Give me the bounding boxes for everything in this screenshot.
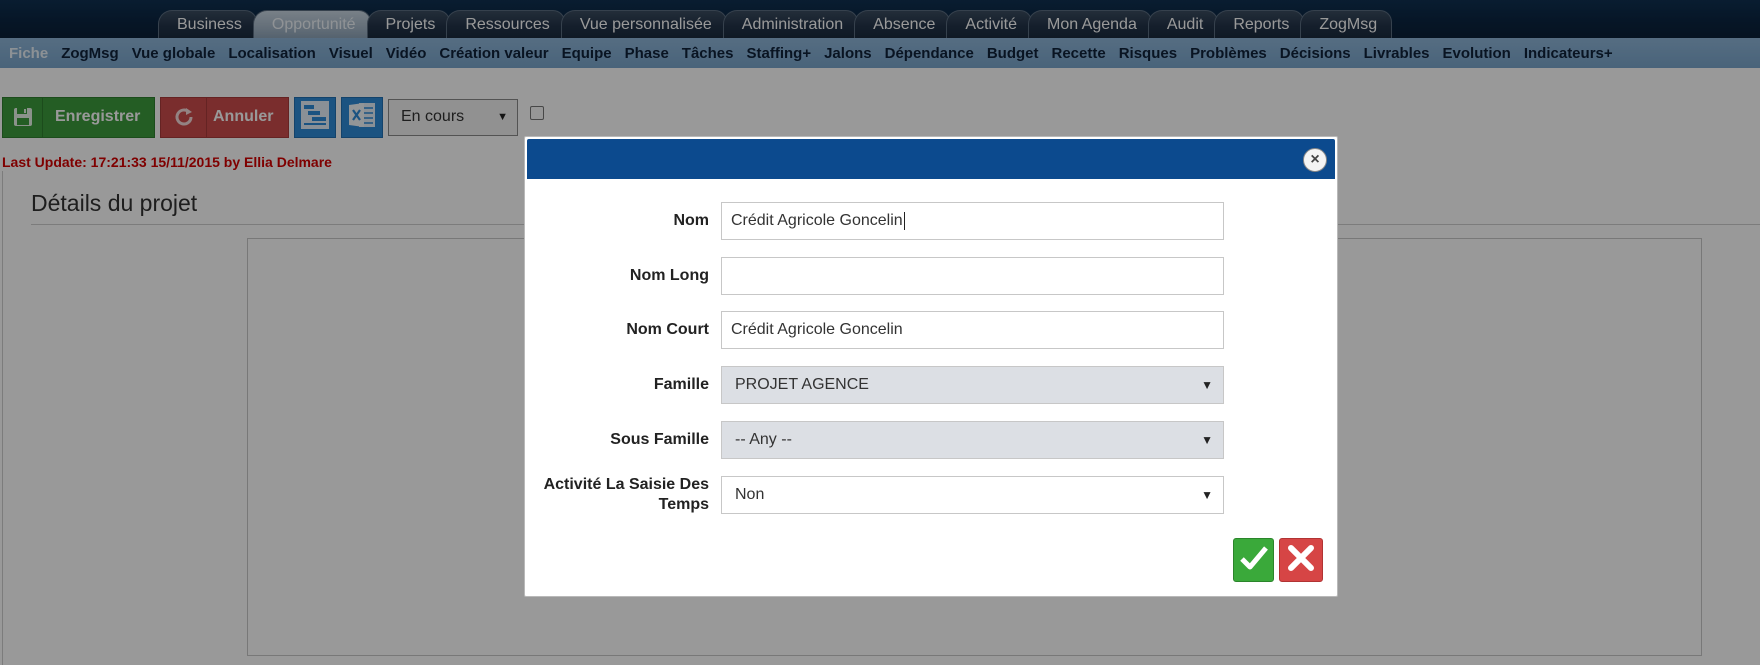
famille-select[interactable]: PROJET AGENCE ▼ [721, 366, 1224, 404]
nom-court-label: Nom Court [626, 321, 709, 338]
sous-famille-select[interactable]: -- Any -- ▼ [721, 421, 1224, 459]
activite-label: Activité La Saisie Des Temps [543, 476, 709, 513]
activite-value: Non [735, 486, 765, 503]
dialog-header: × [527, 139, 1335, 179]
nom-court-value: Crédit Agricole Goncelin [731, 321, 903, 338]
text-caret [903, 212, 905, 230]
nom-long-input[interactable] [721, 257, 1224, 295]
field-row-famille: Famille PROJET AGENCE ▼ [525, 366, 1339, 404]
field-row-activite: Activité La Saisie Des Temps Non ▼ [525, 476, 1339, 514]
chevron-down-icon: ▼ [1201, 378, 1213, 392]
x-mark-icon [1286, 543, 1316, 578]
nom-input[interactable]: Crédit Agricole Goncelin [721, 202, 1224, 240]
sous-famille-value: -- Any -- [735, 431, 792, 448]
field-row-nom-court: Nom Court Crédit Agricole Goncelin [525, 311, 1339, 349]
nom-long-label: Nom Long [629, 267, 709, 284]
nom-value: Crédit Agricole Goncelin [731, 212, 903, 229]
famille-label: Famille [653, 376, 709, 393]
close-circle-icon[interactable]: × [1303, 148, 1327, 172]
dismiss-button[interactable] [1279, 538, 1323, 582]
nom-court-input[interactable]: Crédit Agricole Goncelin [721, 311, 1224, 349]
field-row-sous-famille: Sous Famille -- Any -- ▼ [525, 421, 1339, 459]
confirm-button[interactable] [1233, 538, 1274, 582]
field-row-nom-long: Nom Long [525, 257, 1339, 295]
famille-value: PROJET AGENCE [735, 376, 869, 393]
chevron-down-icon: ▼ [1201, 488, 1213, 502]
activite-select[interactable]: Non ▼ [721, 476, 1224, 514]
chevron-down-icon: ▼ [1201, 433, 1213, 447]
nom-label: Nom [673, 212, 709, 229]
edit-project-dialog: × Nom Crédit Agricole Goncelin Nom Long … [524, 136, 1338, 597]
field-row-nom: Nom Crédit Agricole Goncelin [525, 202, 1339, 240]
sous-famille-label: Sous Famille [610, 431, 709, 448]
checkmark-icon [1238, 542, 1270, 579]
